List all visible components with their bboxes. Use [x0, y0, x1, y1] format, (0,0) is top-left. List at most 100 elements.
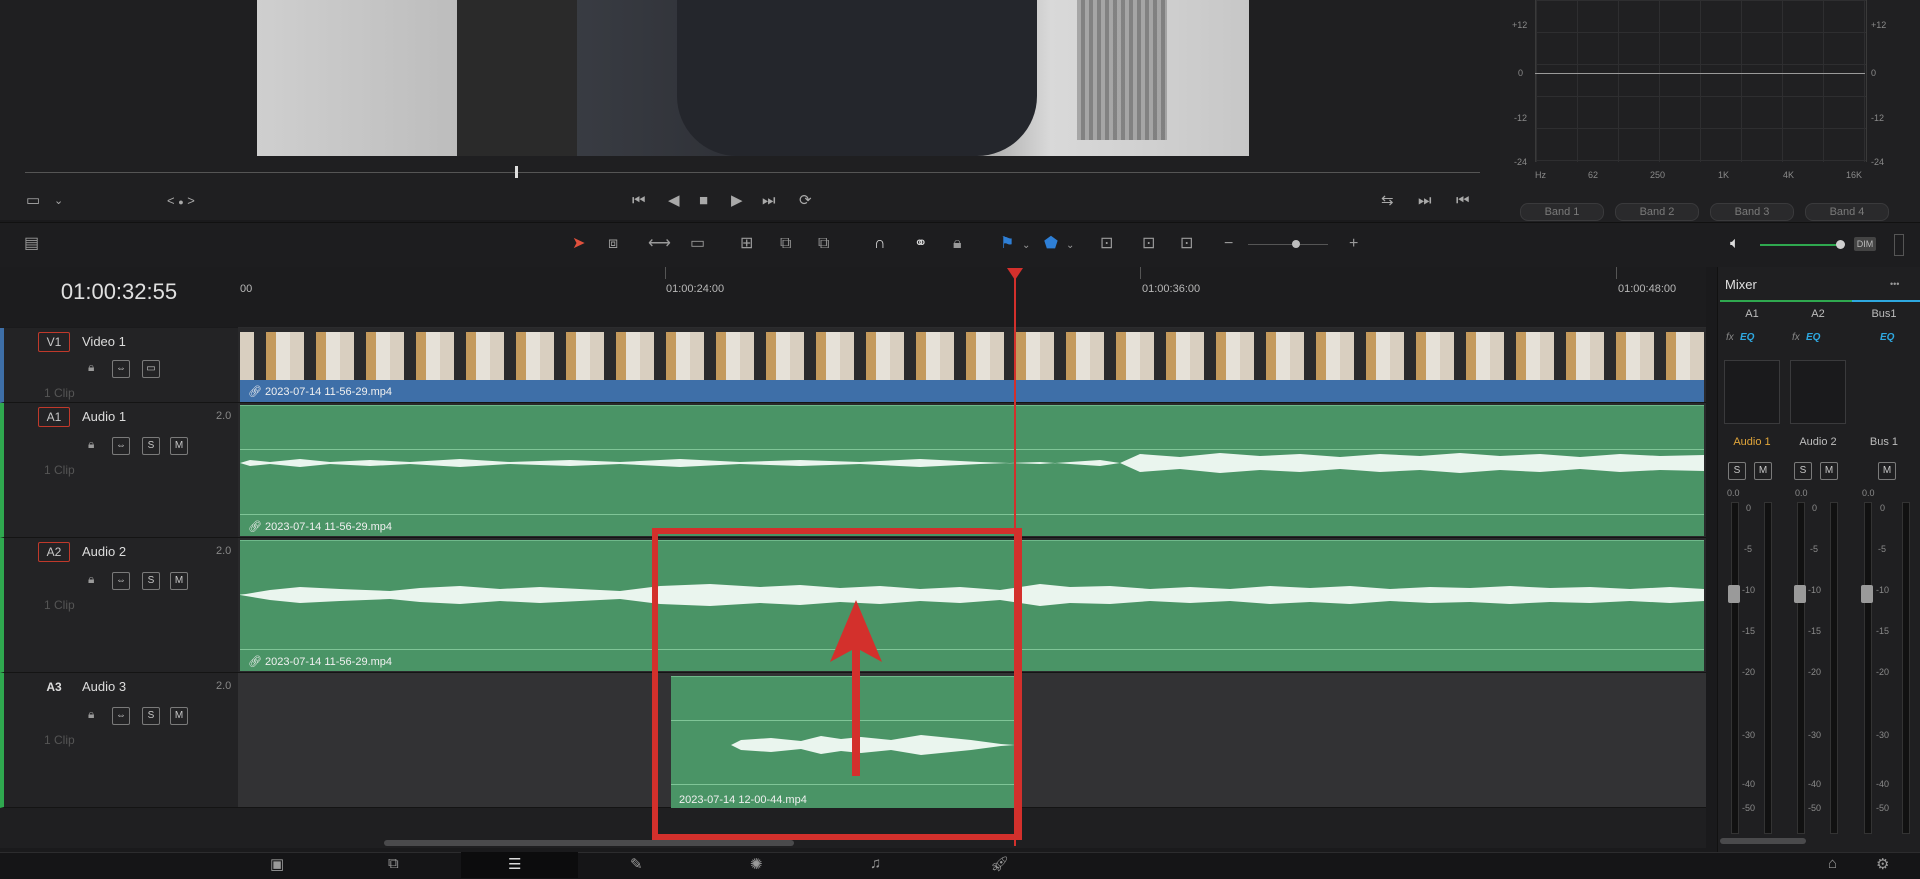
zoom-slider[interactable]: [1248, 244, 1328, 245]
fusion-page-icon[interactable]: ✎: [630, 855, 643, 873]
next-edit-icon[interactable]: ⏭: [1418, 191, 1432, 211]
playhead-handle[interactable]: [1007, 268, 1023, 280]
stop-icon[interactable]: ■: [699, 191, 708, 211]
zoom-custom-icon[interactable]: ⊡: [1180, 234, 1193, 254]
step-back-icon[interactable]: ◀: [668, 191, 680, 211]
speaker-icon[interactable]: 🔈︎: [1730, 234, 1740, 254]
track-badge[interactable]: A3: [38, 677, 70, 697]
fader-track[interactable]: [1864, 502, 1872, 834]
solo-button[interactable]: S: [142, 707, 160, 725]
snapping-icon[interactable]: ∩: [874, 234, 886, 254]
overwrite-clip-icon[interactable]: ⧉: [780, 234, 791, 254]
fader-knob-bus-1[interactable]: [1861, 585, 1873, 603]
monitor-volume-slider[interactable]: [1760, 244, 1840, 246]
chevron-down-icon[interactable]: ⌄: [1066, 236, 1074, 256]
track-visibility-icon[interactable]: ▭: [142, 360, 160, 378]
viewer-crop-icon[interactable]: ▭: [26, 191, 40, 211]
lock-icon[interactable]: 🔒︎: [88, 572, 94, 587]
track-badge[interactable]: V1: [38, 332, 70, 352]
nav-prev-icon[interactable]: <: [167, 193, 175, 208]
zoom-slider-knob[interactable]: [1292, 240, 1300, 248]
mute-button[interactable]: M: [1754, 462, 1772, 480]
zoom-full-icon[interactable]: ⊡: [1100, 234, 1113, 254]
mute-button[interactable]: M: [170, 437, 188, 455]
eq-band-4-button[interactable]: Band 4: [1805, 203, 1889, 221]
track-header-audio-2[interactable]: A2 Audio 2 2.0 🔒︎ ⇔ S M 1 Clip: [0, 538, 242, 673]
eq-thumbnail[interactable]: [1724, 360, 1780, 424]
zoom-detail-icon[interactable]: ⊡: [1142, 234, 1155, 254]
solo-button[interactable]: S: [142, 572, 160, 590]
nav-dot-icon[interactable]: ●: [178, 197, 183, 207]
fx-button[interactable]: fx: [1726, 332, 1734, 343]
timeline-scrollbar[interactable]: [384, 840, 794, 846]
blade-tool-icon[interactable]: ▭: [690, 234, 705, 254]
track-badge[interactable]: A1: [38, 407, 70, 427]
fader-track[interactable]: [1731, 502, 1739, 834]
mixer-scrollbar[interactable]: [1720, 838, 1806, 844]
match-frame-icon[interactable]: ⇆: [1381, 191, 1394, 211]
eq-band-3-button[interactable]: Band 3: [1710, 203, 1794, 221]
monitor-volume-knob[interactable]: [1836, 240, 1845, 249]
eq-button[interactable]: EQ: [1880, 332, 1894, 343]
lock-icon[interactable]: 🔒︎: [88, 707, 94, 722]
prev-edit-icon[interactable]: ⏮: [1456, 191, 1470, 211]
gear-icon[interactable]: ⚙: [1876, 855, 1889, 873]
cut-page-icon[interactable]: ⧉: [388, 855, 399, 872]
lock-icon[interactable]: 🔒︎: [953, 234, 962, 254]
lock-icon[interactable]: 🔒︎: [88, 437, 94, 452]
chevron-down-icon[interactable]: ⌄: [1022, 236, 1030, 256]
fader-track[interactable]: [1797, 502, 1805, 834]
fader-knob-audio-1[interactable]: [1728, 585, 1740, 603]
track-badge[interactable]: A2: [38, 542, 70, 562]
eq-graph[interactable]: [1535, 0, 1867, 162]
more-options-icon[interactable]: •••: [1890, 279, 1899, 289]
fader-knob-audio-2[interactable]: [1794, 585, 1806, 603]
panel-toggle-icon[interactable]: [1894, 234, 1904, 256]
chevron-down-icon[interactable]: ⌄: [54, 191, 63, 211]
auto-select-icon[interactable]: ⇔: [112, 707, 130, 725]
solo-button[interactable]: S: [142, 437, 160, 455]
viewer-scrub-head[interactable]: [515, 166, 518, 178]
fairlight-page-icon[interactable]: ♫: [870, 855, 881, 872]
video-clip-thumbnails[interactable]: [240, 332, 1704, 380]
replace-clip-icon[interactable]: ⧉: [818, 234, 829, 254]
viewer-clip-nav[interactable]: < ● >: [167, 193, 195, 208]
go-to-start-icon[interactable]: ⏮: [632, 191, 646, 211]
media-page-icon[interactable]: ▣: [270, 855, 284, 873]
insert-clip-icon[interactable]: ⊞: [740, 234, 753, 254]
mute-button[interactable]: M: [170, 572, 188, 590]
flag-icon[interactable]: ⚑: [1000, 234, 1014, 254]
eq-band-1-button[interactable]: Band 1: [1520, 203, 1604, 221]
dim-button[interactable]: DIM: [1854, 237, 1876, 251]
marker-icon[interactable]: ⬟: [1044, 234, 1058, 254]
track-lane-audio-1[interactable]: 🔗︎ 2023-07-14 11-56-29.mp4: [238, 403, 1706, 538]
mute-button[interactable]: M: [1820, 462, 1838, 480]
mute-button[interactable]: M: [1878, 462, 1896, 480]
auto-select-icon[interactable]: ⇔: [112, 360, 130, 378]
auto-select-icon[interactable]: ⇔: [112, 437, 130, 455]
track-header-video-1[interactable]: V1 Video 1 🔒︎ ⇔ ▭ 1 Clip: [0, 328, 242, 403]
trim-tool-icon[interactable]: ⧈: [608, 234, 618, 254]
deliver-page-icon[interactable]: 🚀︎: [990, 855, 1009, 873]
timeline-view-options-icon[interactable]: ▤: [24, 234, 39, 254]
solo-button[interactable]: S: [1728, 462, 1746, 480]
video-clip[interactable]: 🔗︎ 2023-07-14 11-56-29.mp4: [240, 380, 1704, 402]
color-page-icon[interactable]: ✺: [750, 855, 763, 873]
eq-button[interactable]: EQ: [1740, 332, 1754, 343]
auto-select-icon[interactable]: ⇔: [112, 572, 130, 590]
go-to-end-icon[interactable]: ⏭: [762, 191, 776, 211]
track-lane-video-1[interactable]: 🔗︎ 2023-07-14 11-56-29.mp4: [238, 328, 1706, 403]
link-icon[interactable]: ⚭: [914, 234, 927, 254]
track-header-audio-1[interactable]: A1 Audio 1 2.0 🔒︎ ⇔ S M 1 Clip: [0, 403, 242, 538]
home-icon[interactable]: ⌂: [1828, 855, 1837, 872]
selection-tool-icon[interactable]: ➤: [572, 234, 585, 254]
play-icon[interactable]: ▶: [731, 191, 743, 211]
nav-next-icon[interactable]: >: [187, 193, 195, 208]
viewer-scrub-bar[interactable]: [25, 172, 1480, 173]
audio-clip[interactable]: 🔗︎ 2023-07-14 11-56-29.mp4: [240, 405, 1704, 536]
lock-icon[interactable]: 🔒︎: [88, 360, 94, 375]
edit-page-icon[interactable]: ☰: [508, 855, 521, 873]
solo-button[interactable]: S: [1794, 462, 1812, 480]
eq-thumbnail[interactable]: [1790, 360, 1846, 424]
timeline-timecode[interactable]: 01:00:32:55: [0, 267, 238, 327]
